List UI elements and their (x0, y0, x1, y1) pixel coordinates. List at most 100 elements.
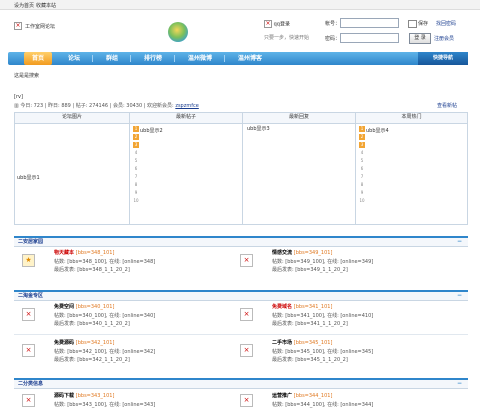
forum-title[interactable]: 二手市场 [bbs=345_101] (272, 339, 332, 346)
forum-title[interactable]: 免费空间 [bbs=340_101] (54, 303, 114, 310)
forum-title[interactable]: 源码下载 [bbs=343_101] (54, 392, 114, 399)
forum-title[interactable]: 运营推广 [bbs=344_101] (272, 392, 332, 399)
forum-icon: × (240, 344, 253, 357)
forum-last-post: 最后发表: [bbs=348_1_1_20_2] (54, 267, 130, 273)
forgot-password-link[interactable]: 找回密码 (436, 20, 456, 27)
nav-separator (92, 55, 93, 62)
forum-icon: × (240, 394, 253, 407)
rss-tag: [rv] (14, 94, 23, 100)
forum-last-post: 最后发表: [bbs=349_1_1_20_2] (272, 267, 348, 273)
forum-last-post: 最后发表: [bbs=340_1_1_20_2] (54, 321, 130, 327)
nav-ranking[interactable]: 排行榜 (136, 52, 170, 65)
forum-entry[interactable]: × 免费源码 [bbs=342_101] 帖数: [bbs=342_100], … (22, 338, 232, 366)
rank-number: 1 (359, 126, 365, 132)
forum-last-post: 最后发表: [bbs=342_1_1_20_2] (54, 357, 130, 363)
forum-title[interactable]: 免费域名 [bbs=341_101] (272, 303, 332, 310)
section-title: 二淘金专区 (18, 293, 44, 299)
forum-entry[interactable]: ★ 物天藏本 [bbs=348_101] 帖数: [bbs=348_100], … (22, 248, 232, 276)
nav-weibo[interactable]: 温州微博 (180, 52, 220, 65)
qq-hint: 只要一步，快速开始 (264, 35, 310, 41)
yesterday-count: 889 (61, 103, 71, 109)
account-input[interactable] (340, 18, 399, 28)
login-button[interactable]: 登 录 (409, 33, 431, 44)
forum-entry[interactable]: × 免费空间 [bbs=340_101] 帖数: [bbs=340_100], … (22, 302, 232, 330)
forum-stats: 帖数: [bbs=343_100], 在线: [online=343] (54, 402, 156, 408)
password-input[interactable] (340, 33, 399, 43)
forum-stats: 帖数: [bbs=340_100], 在线: [online=340] (54, 313, 156, 319)
new-member-link[interactable]: zspzmfce (175, 103, 198, 109)
rank-number: 4 (360, 150, 364, 155)
set-home-link[interactable]: 设为首页 (14, 2, 34, 9)
latest-replies-cell: ubb显示3 (242, 123, 356, 225)
rank-number: 1 (133, 126, 139, 132)
collapse-icon[interactable]: − (457, 238, 462, 245)
view-new-posts-link[interactable]: 查看新帖 (437, 102, 457, 109)
nav-home[interactable]: 首页 (24, 52, 52, 65)
register-link[interactable]: 注册会员 (434, 35, 454, 42)
collapse-icon[interactable]: − (457, 292, 462, 299)
section-header[interactable]: 二淘金专区 − (14, 290, 468, 301)
forum-entry[interactable]: × 二手市场 [bbs=345_101] 帖数: [bbs=345_100], … (240, 338, 460, 366)
qq-icon: × (264, 20, 272, 28)
rank-number: 7 (360, 174, 364, 179)
forum-entry[interactable]: × 运营推广 [bbs=344_101] 帖数: [bbs=344_100], … (240, 391, 460, 410)
latest-posts-cell: ubb显示2 1 2 3 4 5 6 7 8 9 10 (129, 123, 243, 225)
collapse-icon[interactable]: − (457, 380, 462, 387)
forum-entry[interactable]: × 源码下载 [bbs=343_101] 帖数: [bbs=343_100], … (22, 391, 232, 410)
rank-number: 7 (134, 174, 138, 179)
row-divider (14, 334, 468, 335)
rank-number: 10 (359, 198, 365, 203)
stats-bar: ▥ 今日: 723 | 昨日: 889 | 帖子: 274146 | 会员: 3… (14, 103, 199, 109)
forum-title[interactable]: 物天藏本 [bbs=348_101] (54, 249, 114, 256)
qq-login[interactable]: × qq登录 (264, 20, 290, 28)
site-logo[interactable]: × 工作室网论坛 (14, 22, 55, 30)
rank-number: 10 (133, 198, 139, 203)
rank-number: 9 (360, 190, 364, 195)
col-header-latest-replies: 最新回复 (242, 112, 356, 124)
forum-icon: × (22, 308, 35, 321)
remember-checkbox[interactable] (408, 20, 417, 28)
forum-title[interactable]: 情感交流 [bbs=349_101] (272, 249, 332, 256)
logo-graphic (168, 22, 188, 42)
section-header[interactable]: 二安居家园 − (14, 236, 468, 247)
forum-title[interactable]: 免费源码 [bbs=342_101] (54, 339, 114, 346)
rank-number: 8 (360, 182, 364, 187)
yesterday-label: 昨日: (48, 103, 60, 109)
quick-nav-button[interactable]: 快捷导航 (418, 52, 468, 65)
forum-stats: 帖数: [bbs=348_100], 在线: [online=348] (54, 259, 156, 265)
forum-icon: × (240, 308, 253, 321)
nav-groups[interactable]: 群组 (98, 52, 126, 65)
forum-stats: 帖数: [bbs=344_100], 在线: [online=344] (272, 402, 374, 408)
col-header-weekly-hot: 本周热门 (355, 112, 468, 124)
highlights-table: 论坛图片 最新帖子 最新回复 本周热门 ubb显示1 ubb显示2 1 2 3 … (14, 112, 468, 225)
forum-entry[interactable]: × 情感交流 [bbs=349_101] 帖数: [bbs=349_100], … (240, 248, 460, 276)
bookmark-link[interactable]: 收藏本站 (36, 2, 56, 9)
account-label: 帐号： (325, 21, 341, 27)
header: × 工作室网论坛 × qq登录 只要一步，快速开始 帐号： 保存 找回密码 密码：… (0, 10, 480, 47)
welcome-member-label: 欢迎新会员: (147, 103, 174, 109)
forum-icon: × (240, 254, 253, 267)
image-placeholder: ubb显示1 (17, 175, 40, 181)
remember-label: 保存 (418, 21, 429, 27)
site-name: 工作室网论坛 (25, 23, 56, 30)
rank-number: 2 (359, 134, 365, 140)
forum-icon: × (22, 344, 35, 357)
weekly-hot-cell: ubb显示4 1 2 3 4 5 6 7 8 9 10 (355, 123, 468, 225)
forum-entry[interactable]: × 免费域名 [bbs=341_101] 帖数: [bbs=341_100], … (240, 302, 460, 330)
latest-replies-ubb: ubb显示3 (247, 126, 270, 132)
nav-forum[interactable]: 论坛 (60, 52, 88, 65)
nav-blog[interactable]: 温州博客 (230, 52, 270, 65)
rank-number: 3 (359, 142, 365, 148)
weekly-hot-ubb: ubb显示4 (366, 128, 389, 134)
rank-number: 9 (134, 190, 138, 195)
section-header[interactable]: 二分类信息 − (14, 378, 468, 389)
today-label: 今日: (20, 103, 33, 109)
section-title: 二安居家园 (18, 239, 44, 245)
col-header-images: 论坛图片 (14, 112, 130, 124)
top-bar: 设为首页 收藏本站 (0, 0, 480, 10)
members-label: 会员: (112, 103, 125, 109)
rank-number: 3 (133, 142, 139, 148)
qq-login-label: qq登录 (273, 21, 290, 28)
stats-icon: ▥ (14, 103, 19, 109)
forum-last-post: 最后发表: [bbs=341_1_1_20_2] (272, 321, 348, 327)
